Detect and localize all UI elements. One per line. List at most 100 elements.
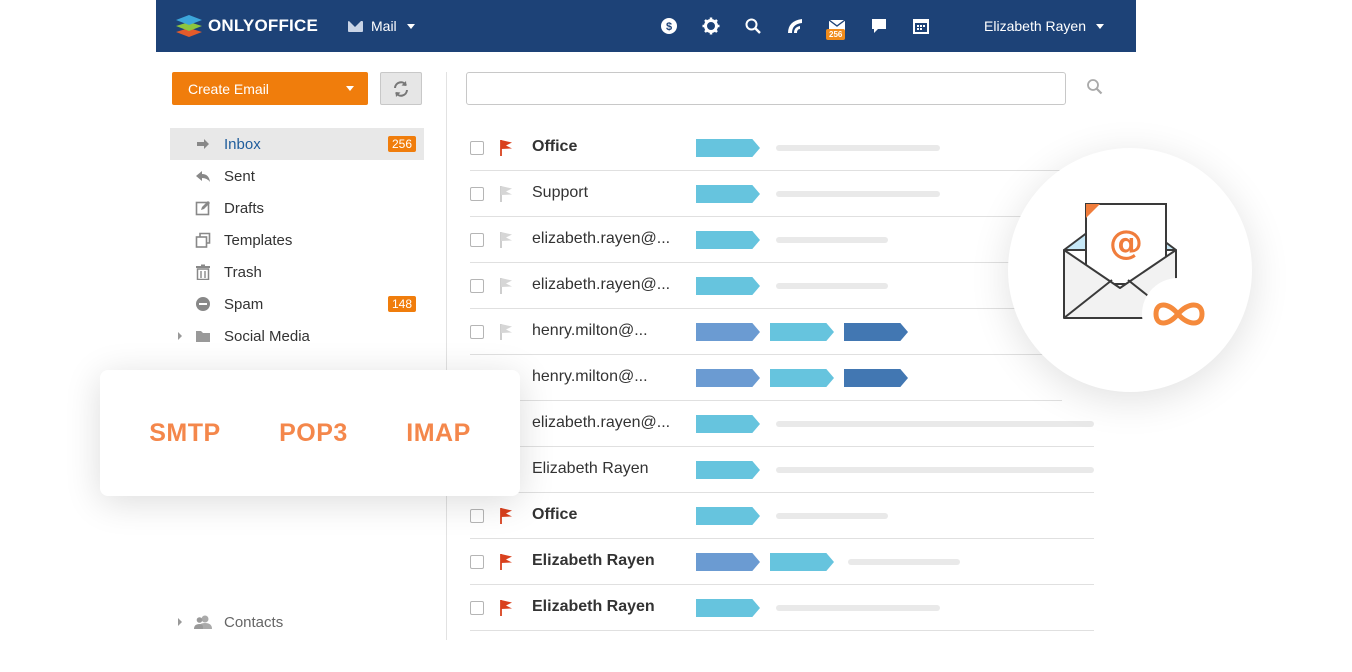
message-row[interactable]: Elizabeth Rayen	[470, 447, 1094, 493]
row-checkbox[interactable]	[470, 601, 484, 615]
toolbar-icons: $ 256	[660, 0, 954, 52]
row-checkbox[interactable]	[470, 141, 484, 155]
subject-placeholder	[776, 513, 888, 519]
sidebar-item-social-media[interactable]: Social Media	[170, 320, 424, 352]
trash-icon	[194, 263, 212, 281]
chevron-down-icon	[406, 23, 415, 29]
expand-arrow-icon[interactable]	[178, 618, 182, 626]
subject-placeholder	[848, 559, 960, 565]
row-checkbox[interactable]	[470, 555, 484, 569]
subject-placeholder	[776, 605, 940, 611]
feed-icon[interactable]	[786, 17, 804, 35]
flag-icon[interactable]	[498, 231, 514, 249]
protocol-imap: IMAP	[406, 418, 471, 447]
gear-icon[interactable]	[702, 17, 720, 35]
mail-count-badge: 256	[826, 29, 846, 40]
message-row[interactable]: henry.milton@...	[470, 309, 1062, 355]
message-sender: elizabeth.rayen@...	[532, 414, 671, 431]
create-email-label: Create Email	[188, 80, 269, 97]
message-tag	[696, 369, 760, 387]
svg-text:$: $	[666, 21, 672, 33]
search-icon[interactable]	[744, 17, 762, 35]
message-row[interactable]: elizabeth.rayen@...	[470, 217, 1062, 263]
flag-icon[interactable]	[498, 599, 514, 617]
flag-icon[interactable]	[498, 139, 514, 157]
chevron-down-icon[interactable]	[346, 86, 354, 91]
message-row[interactable]: Office	[470, 125, 1062, 171]
message-row[interactable]: elizabeth.rayen@...	[470, 401, 1094, 447]
row-checkbox[interactable]	[470, 233, 484, 247]
message-sender: Office	[532, 138, 578, 155]
row-checkbox[interactable]	[470, 325, 484, 339]
row-checkbox[interactable]	[470, 509, 484, 523]
message-tag	[770, 553, 834, 571]
message-sender: Office	[532, 506, 578, 523]
module-switcher[interactable]: Mail	[348, 18, 415, 34]
folder-label: Sent	[224, 167, 255, 185]
message-tag	[696, 415, 760, 433]
flag-icon[interactable]	[498, 277, 514, 295]
sidebar-item-inbox[interactable]: Inbox 256	[170, 128, 424, 160]
panel-divider	[446, 72, 447, 640]
chat-icon[interactable]	[870, 17, 888, 35]
module-label: Mail	[371, 18, 397, 34]
message-row[interactable]: henry.milton@...	[470, 355, 1062, 401]
sidebar-item-contacts[interactable]: Contacts	[170, 606, 424, 638]
flag-icon[interactable]	[498, 507, 514, 525]
user-menu[interactable]: Elizabeth Rayen	[984, 0, 1104, 52]
message-row[interactable]: Elizabeth Rayen	[470, 585, 1094, 631]
mail-icon[interactable]: 256	[826, 17, 846, 40]
flag-icon[interactable]	[498, 323, 514, 341]
brand-logo[interactable]: ONLYOFFICE	[176, 14, 318, 38]
unread-count-badge: 148	[387, 296, 416, 312]
sidebar-item-spam[interactable]: Spam 148	[170, 288, 424, 320]
subject-placeholder	[776, 467, 1094, 473]
sidebar-item-drafts[interactable]: Drafts	[170, 192, 424, 224]
onlyoffice-logo-icon	[176, 14, 202, 38]
sidebar-item-templates[interactable]: Templates	[170, 224, 424, 256]
folder-label: Trash	[224, 263, 262, 281]
folder-label: Inbox	[224, 135, 261, 153]
message-row[interactable]: Office	[470, 493, 1094, 539]
refresh-button[interactable]	[380, 72, 422, 105]
message-sender: Support	[532, 184, 589, 201]
search-icon[interactable]	[1086, 78, 1104, 96]
flag-icon[interactable]	[498, 185, 514, 203]
top-header: ONLYOFFICE Mail $ 256 Elizabeth Rayen	[156, 0, 1136, 52]
subject-placeholder	[776, 237, 888, 243]
contacts-label: Contacts	[224, 613, 284, 631]
message-tag	[696, 277, 760, 295]
sidebar-item-trash[interactable]: Trash	[170, 256, 424, 288]
envelope-at-icon: @	[1063, 203, 1214, 338]
mail-module-icon	[348, 20, 363, 32]
message-row[interactable]: elizabeth.rayen@...	[470, 263, 1062, 309]
user-name: Elizabeth Rayen	[984, 18, 1086, 34]
message-tag	[696, 599, 760, 617]
flag-icon[interactable]	[498, 553, 514, 571]
message-sender: Elizabeth Rayen	[532, 598, 655, 615]
message-sender: Elizabeth Rayen	[532, 460, 649, 477]
message-row[interactable]: Support	[470, 171, 1062, 217]
create-email-button[interactable]: Create Email	[172, 72, 368, 105]
mail-illustration: @	[1008, 148, 1252, 392]
expand-arrow-icon[interactable]	[178, 332, 182, 340]
message-tag	[696, 507, 760, 525]
arrow-right-icon	[194, 135, 212, 153]
message-tag	[696, 553, 760, 571]
row-checkbox[interactable]	[470, 279, 484, 293]
protocols-card: SMTP POP3 IMAP	[100, 370, 520, 496]
subject-placeholder	[776, 145, 940, 151]
protocol-smtp: SMTP	[149, 418, 221, 447]
calendar-icon[interactable]	[912, 17, 930, 35]
brand-name: ONLYOFFICE	[208, 16, 318, 35]
block-icon	[194, 295, 212, 313]
search-input[interactable]	[466, 72, 1066, 105]
edit-icon	[194, 199, 212, 217]
sidebar-item-sent[interactable]: Sent	[170, 160, 424, 192]
message-row[interactable]: Elizabeth Rayen	[470, 539, 1094, 585]
folder-label: Templates	[224, 231, 293, 249]
copy-icon	[194, 231, 212, 249]
folder-label: Spam	[224, 295, 264, 313]
row-checkbox[interactable]	[470, 187, 484, 201]
dollar-icon[interactable]: $	[660, 17, 678, 35]
